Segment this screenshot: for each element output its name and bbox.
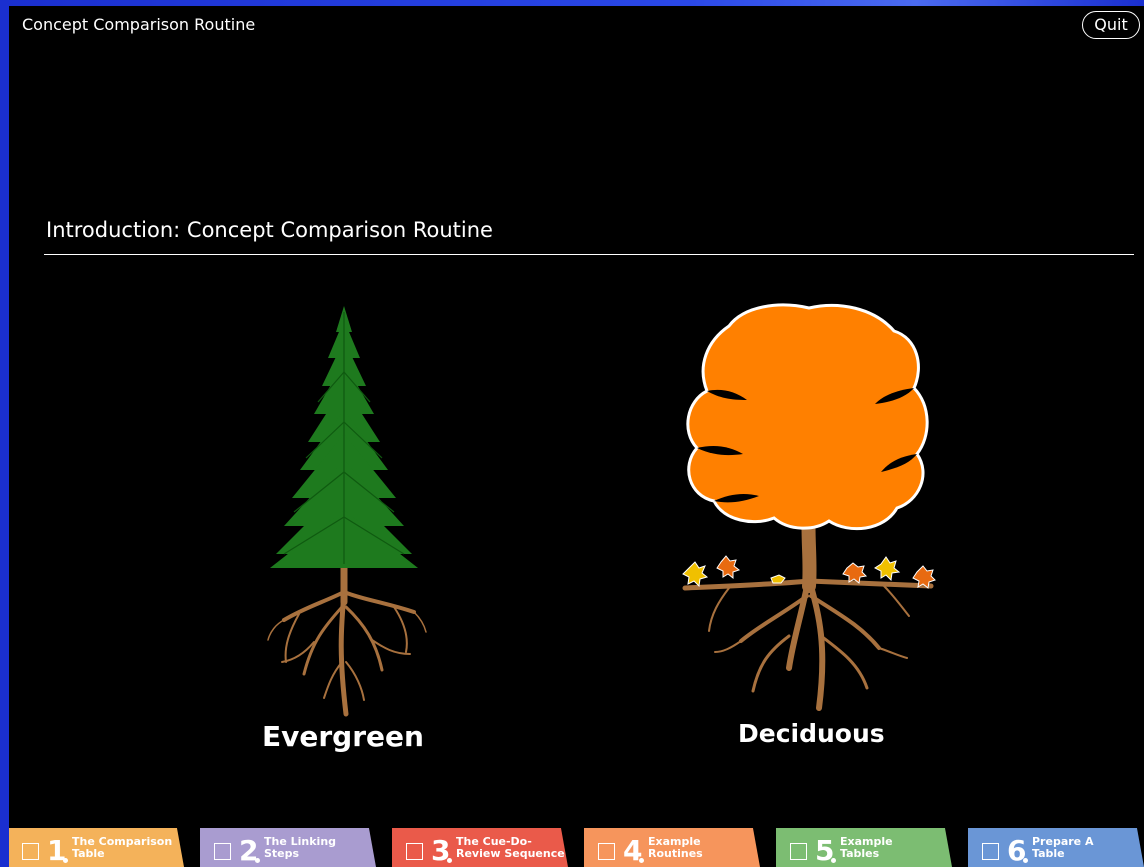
tab-comparison-table[interactable]: 1 The Comparison Table (9, 828, 184, 867)
tab-prepare-a-table[interactable]: 6 Prepare A Table (968, 828, 1144, 867)
tab-label: Prepare A Table (1032, 835, 1094, 860)
tab-label: The Cue-Do- Review Sequence (456, 835, 565, 860)
presentation-stage: Concept Comparison Routine Quit Introduc… (9, 6, 1144, 867)
app-title: Concept Comparison Routine (22, 15, 256, 34)
tab-number-dot (63, 858, 68, 863)
tab-number-dot (447, 858, 452, 863)
section-divider (44, 254, 1134, 255)
deciduous-label: Deciduous (738, 719, 885, 748)
tab-example-routines[interactable]: 4 Example Routines (584, 828, 760, 867)
tab-cue-do-review-sequence[interactable]: 3 The Cue-Do- Review Sequence (392, 828, 568, 867)
evergreen-label: Evergreen (262, 720, 424, 753)
tab-checkbox[interactable] (790, 843, 807, 860)
tab-example-tables[interactable]: 5 Example Tables (776, 828, 952, 867)
chapter-tabs: 1 The Comparison Table 2 The Linking Ste… (9, 828, 1144, 867)
tab-checkbox[interactable] (598, 843, 615, 860)
section-title: Introduction: Concept Comparison Routine (46, 218, 493, 242)
tab-label: Example Tables (840, 835, 893, 860)
tab-number-dot (1023, 858, 1028, 863)
tab-checkbox[interactable] (214, 843, 231, 860)
tab-label: Example Routines (648, 835, 703, 860)
tab-linking-steps[interactable]: 2 The Linking Steps (200, 828, 376, 867)
quit-button[interactable]: Quit (1082, 11, 1140, 39)
tab-label: The Linking Steps (264, 835, 337, 860)
tab-label: The Comparison Table (72, 835, 173, 860)
deciduous-tree-illustration (682, 303, 936, 711)
tab-number-dot (255, 858, 260, 863)
tab-checkbox[interactable] (982, 843, 999, 860)
tab-number-dot (639, 858, 644, 863)
tab-checkbox[interactable] (22, 843, 39, 860)
tab-checkbox[interactable] (406, 843, 423, 860)
tab-number-dot (831, 858, 836, 863)
evergreen-tree-illustration (267, 306, 427, 717)
